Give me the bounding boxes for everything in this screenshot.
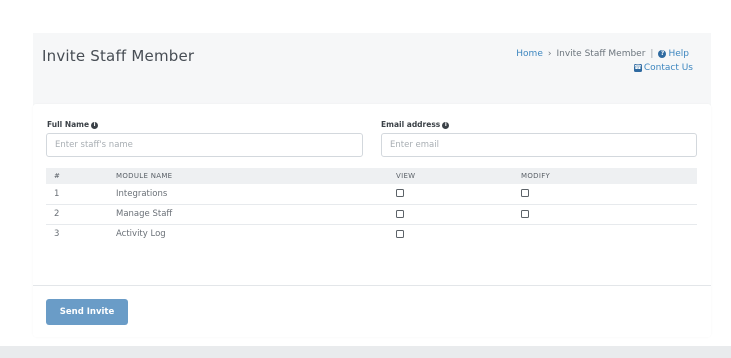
contact-us-link[interactable]: ☎ Contact Us: [633, 63, 693, 73]
permissions-table: # MODULE NAME VIEW MODIFY 1 Integrations…: [46, 168, 697, 244]
full-name-label-text: Full Name: [47, 120, 90, 129]
table-row: 1 Integrations: [46, 184, 697, 205]
modify-cell: [521, 184, 697, 205]
send-invite-button[interactable]: Send Invite: [46, 299, 128, 325]
help-link[interactable]: ? Help: [658, 49, 689, 59]
question-circle-icon: ?: [658, 49, 667, 58]
modify-checkbox[interactable]: [521, 189, 529, 198]
breadcrumb-current: Invite Staff Member: [556, 49, 646, 59]
modify-cell: [521, 224, 697, 244]
page-title: Invite Staff Member: [42, 47, 195, 65]
contact-row: ☎ Contact Us: [633, 63, 693, 73]
email-label: Email address i: [381, 120, 450, 129]
view-checkbox[interactable]: [396, 209, 404, 218]
info-circle-icon: i: [91, 121, 99, 129]
column-header-modify: MODIFY: [521, 168, 697, 184]
full-name-label: Full Name i: [47, 120, 99, 129]
page-header: Invite Staff Member Home › Invite Staff Me…: [33, 33, 711, 106]
modify-cell: [521, 204, 697, 225]
view-checkbox[interactable]: [396, 229, 404, 238]
breadcrumb-separator: ›: [547, 49, 552, 59]
modify-checkbox[interactable]: [521, 209, 529, 218]
view-cell: [396, 204, 521, 225]
info-circle-icon: i: [442, 121, 450, 129]
module-name: Integrations: [116, 184, 396, 205]
module-name: Manage Staff: [116, 204, 396, 225]
full-name-input[interactable]: [46, 133, 363, 157]
column-header-view: VIEW: [396, 168, 521, 184]
table-header-row: # MODULE NAME VIEW MODIFY: [46, 168, 697, 184]
bottom-band: [0, 346, 731, 358]
module-name: Activity Log: [116, 229, 166, 240]
breadcrumb-divider: |: [650, 49, 654, 59]
invite-form-card: Full Namei Email addressi # MODULE NAME …: [33, 104, 711, 337]
column-header-module: MODULE NAME: [116, 168, 396, 184]
email-input[interactable]: [381, 133, 697, 157]
page: Invite Staff Member Home › Invite Staff Me…: [0, 0, 731, 358]
table-row: 3 Activity Log: [46, 224, 697, 244]
email-label-text: Email address: [381, 120, 441, 129]
phone-square-icon: ☎: [633, 63, 642, 72]
row-number: 3: [54, 229, 60, 240]
table-row: 2 Manage Staff: [46, 204, 697, 225]
view-cell: [396, 184, 521, 205]
row-number: 2: [46, 204, 116, 225]
footer-divider: [33, 285, 711, 286]
breadcrumb-home-link[interactable]: Home: [516, 49, 543, 59]
breadcrumb: Home › Invite Staff Member |? Help: [516, 49, 689, 59]
view-checkbox[interactable]: [396, 189, 404, 198]
column-header-number: #: [46, 168, 116, 184]
view-cell: [396, 224, 521, 244]
help-link-label: Help: [668, 49, 689, 59]
row-number: 1: [46, 184, 116, 205]
contact-us-label: Contact Us: [643, 63, 693, 73]
